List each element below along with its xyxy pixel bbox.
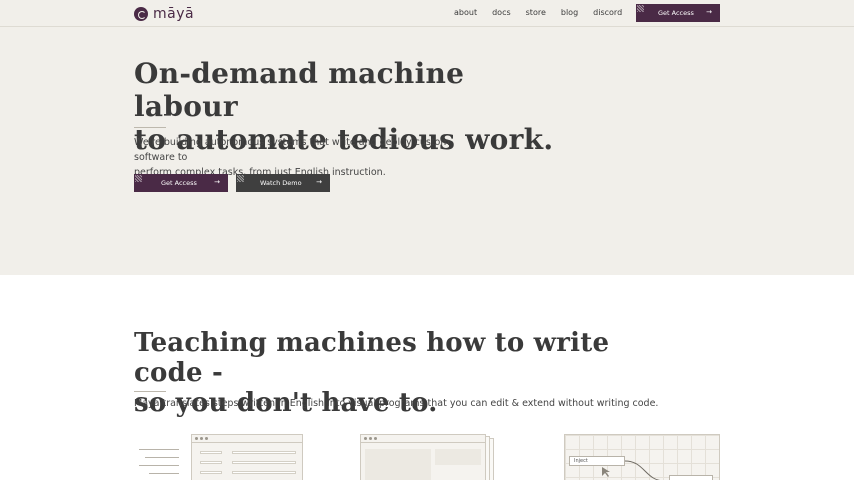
watch-demo-label: Watch Demo xyxy=(260,179,302,187)
nav-links: about docs store blog discord xyxy=(454,8,637,17)
section-divider xyxy=(134,391,166,392)
circuit-trace xyxy=(139,449,179,450)
nav-link-about[interactable]: about xyxy=(454,8,477,17)
node-canvas: Inject xyxy=(564,434,720,480)
hero-divider xyxy=(134,127,166,128)
nav-link-store[interactable]: store xyxy=(526,8,546,17)
circuit-trace xyxy=(139,465,179,466)
window-titlebar xyxy=(192,435,302,443)
logo[interactable]: māyā xyxy=(134,5,194,22)
logo-text: māyā xyxy=(153,5,195,22)
form-line xyxy=(232,451,296,454)
illustration-node-editor: Inject xyxy=(564,433,721,480)
cursor-icon xyxy=(602,467,610,477)
maya-logo-icon xyxy=(134,6,148,21)
circuit-trace xyxy=(149,473,179,474)
function-node xyxy=(669,475,713,480)
watch-demo-button[interactable]: Watch Demo → xyxy=(236,174,330,192)
nav-get-access-button[interactable]: Get Access → xyxy=(636,4,720,22)
inject-node: Inject xyxy=(569,456,625,466)
window-dot-icon xyxy=(369,437,372,440)
section-subtitle: Maya translates steps written in English… xyxy=(134,398,659,409)
illustration-visual-programs xyxy=(360,433,500,480)
form-line xyxy=(232,471,296,474)
hero-subtitle-line1: We're building autonomous systems that w… xyxy=(134,137,450,163)
arrow-right-icon: → xyxy=(214,178,220,186)
corner-pattern-icon xyxy=(237,175,244,182)
window-dot-icon xyxy=(205,437,208,440)
inject-node-label: Inject xyxy=(574,458,588,464)
form-line xyxy=(232,461,296,464)
corner-pattern-icon xyxy=(637,5,644,12)
form-line xyxy=(200,461,222,464)
circuit-trace xyxy=(145,457,179,458)
window-dot-icon xyxy=(364,437,367,440)
content-panel xyxy=(365,449,431,480)
window-dot-icon xyxy=(195,437,198,440)
form-line xyxy=(200,451,222,454)
window-dot-icon xyxy=(374,437,377,440)
nav-get-access-label: Get Access xyxy=(658,9,694,17)
hero-title-line1: On-demand machine labour xyxy=(134,57,465,123)
section-title-line1: Teaching machines how to write code - xyxy=(134,328,610,388)
get-access-button[interactable]: Get Access → xyxy=(134,174,228,192)
hero-section: On-demand machine labour to automate ted… xyxy=(0,27,854,275)
arrow-right-icon: → xyxy=(316,178,322,186)
form-line xyxy=(200,471,222,474)
corner-pattern-icon xyxy=(135,175,142,182)
get-access-label: Get Access xyxy=(161,179,197,187)
window-dot-icon xyxy=(200,437,203,440)
nav-link-discord[interactable]: discord xyxy=(593,8,622,17)
nav-link-blog[interactable]: blog xyxy=(561,8,578,17)
window-titlebar xyxy=(361,435,485,443)
illustration-english-steps xyxy=(137,433,305,480)
arrow-right-icon: → xyxy=(706,8,712,16)
content-panel xyxy=(435,449,481,465)
nav-link-docs[interactable]: docs xyxy=(492,8,511,17)
stacked-window-front xyxy=(360,434,486,480)
top-nav: māyā about docs store blog discord Get A… xyxy=(0,0,854,27)
form-window xyxy=(191,434,303,480)
